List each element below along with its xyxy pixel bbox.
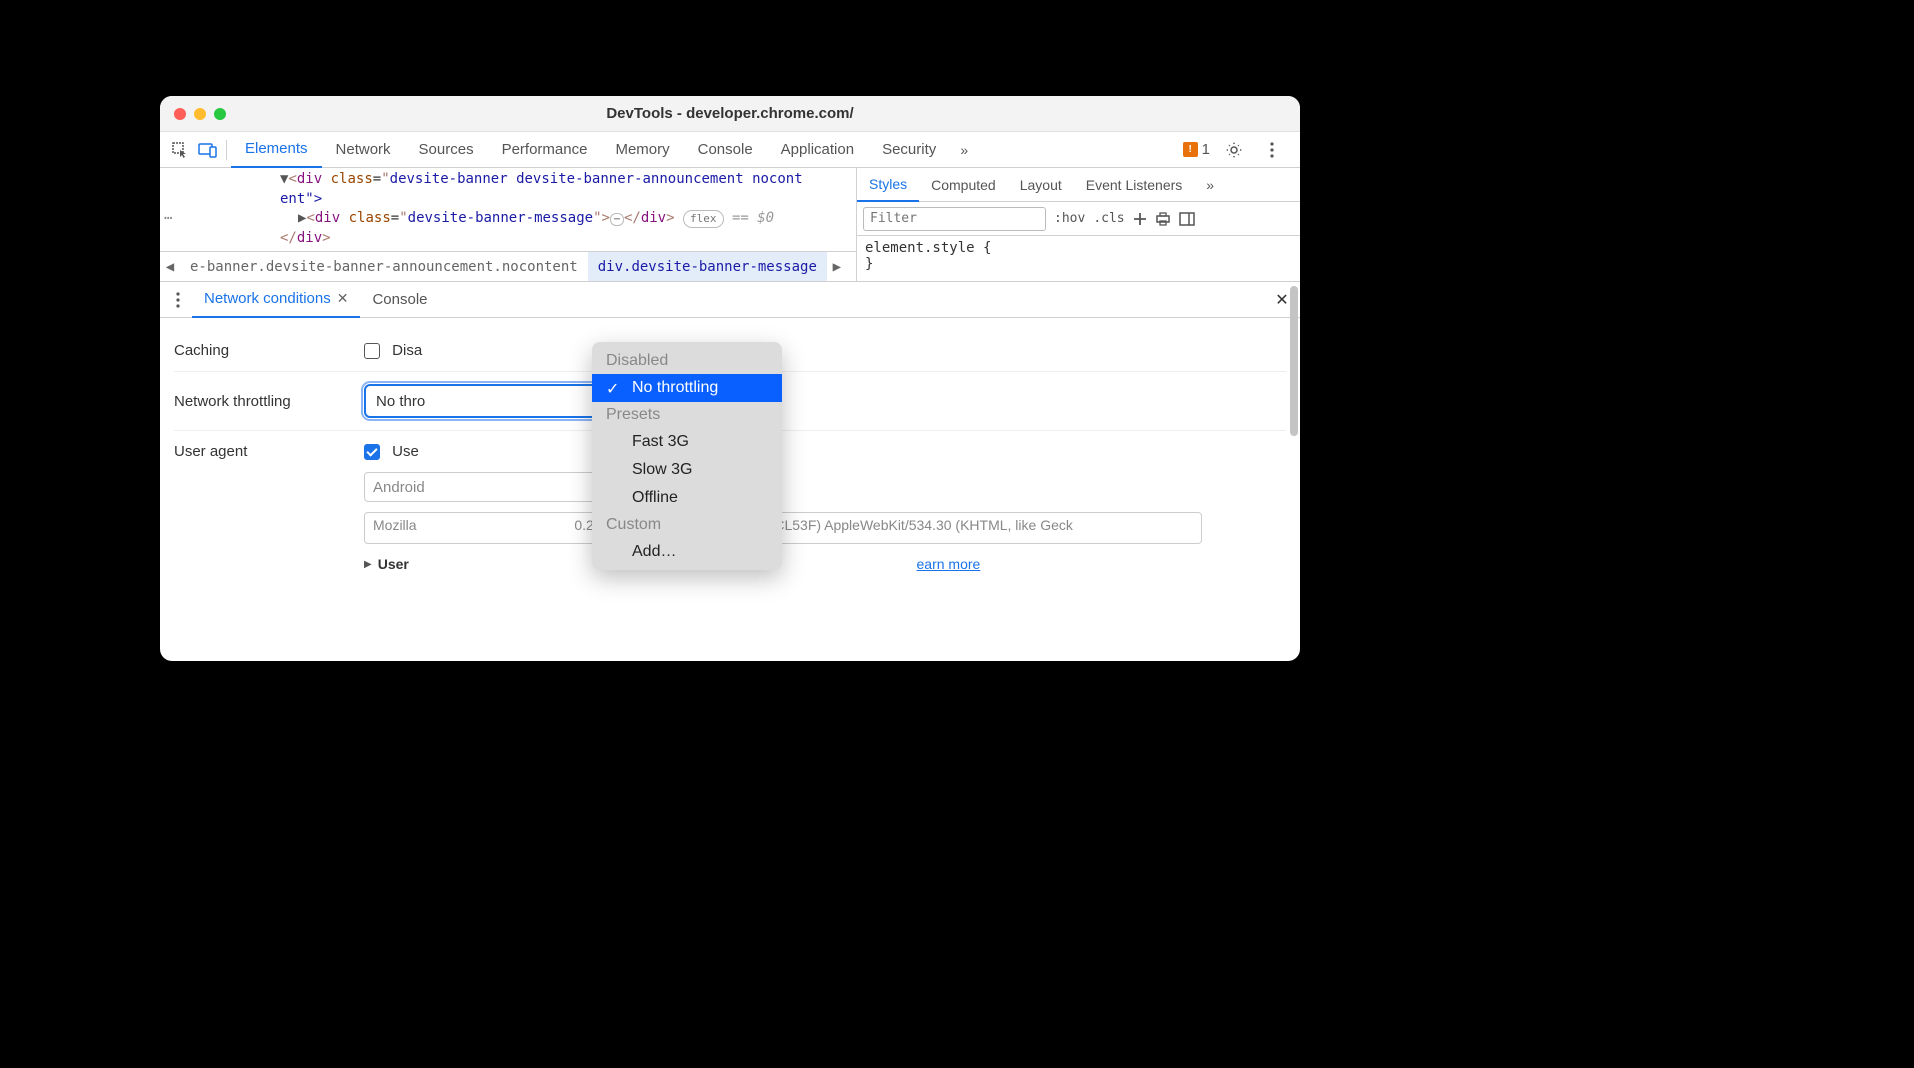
eq-zero-hint: == $0 — [732, 210, 774, 226]
tab-sources[interactable]: Sources — [405, 132, 488, 168]
styles-tab-event-listeners[interactable]: Event Listeners — [1074, 168, 1195, 202]
inspect-element-icon[interactable] — [166, 136, 194, 164]
drawer-kebab-icon[interactable] — [164, 286, 192, 314]
ua-preset-left: Android — [373, 479, 425, 496]
drawer-tab-label: Network conditions — [204, 290, 331, 307]
styles-tab-styles[interactable]: Styles — [857, 168, 919, 202]
titlebar: DevTools - developer.chrome.com/ — [160, 96, 1300, 132]
use-browser-default-text: Use — [392, 443, 419, 460]
window-controls — [174, 108, 226, 120]
tab-performance[interactable]: Performance — [488, 132, 602, 168]
styles-toolbar: :hov .cls — [857, 202, 1300, 236]
print-media-icon[interactable] — [1155, 212, 1171, 226]
throttling-label: Network throttling — [174, 393, 364, 410]
breadcrumbs: ◀ e-banner.devsite-banner-announcement.n… — [160, 251, 856, 281]
use-browser-default-checkbox[interactable]: Use — [364, 443, 419, 460]
dom-line[interactable]: ent"> — [280, 190, 846, 210]
tab-memory[interactable]: Memory — [601, 132, 683, 168]
elements-split: … ▼<div class="devsite-banner devsite-ba… — [160, 168, 1300, 282]
minimize-window-button[interactable] — [194, 108, 206, 120]
drawer-tab-network-conditions[interactable]: Network conditions ✕ — [192, 282, 360, 318]
device-mode-icon[interactable] — [194, 136, 222, 164]
disable-cache-label-text: Disa — [392, 342, 422, 359]
caching-label: Caching — [174, 342, 364, 359]
dropdown-item-slow-3g[interactable]: Slow 3G — [592, 456, 782, 484]
user-agent-label: User agent — [174, 443, 364, 460]
checkbox-icon — [364, 343, 380, 359]
styles-tab-layout[interactable]: Layout — [1008, 168, 1074, 202]
tab-console[interactable]: Console — [684, 132, 767, 168]
breadcrumb-item[interactable]: e-banner.devsite-banner-announcement.noc… — [180, 252, 588, 281]
dropdown-item-no-throttling[interactable]: No throttling — [592, 374, 782, 402]
flex-badge[interactable]: flex — [683, 210, 724, 227]
tab-application[interactable]: Application — [767, 132, 868, 168]
dropdown-group-header: Presets — [592, 402, 782, 428]
elements-pane: … ▼<div class="devsite-banner devsite-ba… — [160, 168, 857, 281]
styles-tabs: Styles Computed Layout Event Listeners » — [857, 168, 1300, 202]
expand-ellipsis-icon[interactable]: ⋯ — [610, 213, 624, 226]
dropdown-item-offline[interactable]: Offline — [592, 484, 782, 512]
drawer-tabs: Network conditions ✕ Console ✕ — [160, 282, 1300, 318]
close-tab-icon[interactable]: ✕ — [337, 290, 349, 307]
styles-tab-computed[interactable]: Computed — [919, 168, 1008, 202]
window-title: DevTools - developer.chrome.com/ — [160, 105, 1300, 122]
throttling-select-value: No thro — [376, 393, 425, 410]
tab-security[interactable]: Security — [868, 132, 950, 168]
learn-more-link[interactable]: earn more — [917, 556, 981, 572]
styles-more-tabs-icon[interactable]: » — [1194, 168, 1226, 202]
new-style-rule-icon[interactable] — [1133, 212, 1147, 226]
tab-elements[interactable]: Elements — [231, 132, 322, 168]
checkbox-checked-icon — [364, 444, 380, 460]
client-hints-row[interactable]: ▶ User earn more — [364, 556, 1286, 572]
gutter-overflow-icon: … — [160, 206, 173, 226]
expand-triangle-icon: ▶ — [364, 559, 372, 570]
style-rule-line: element.style { — [865, 240, 1292, 256]
tab-network[interactable]: Network — [322, 132, 405, 168]
breadcrumb-item-selected[interactable]: div.devsite-banner-message — [588, 252, 827, 281]
toolbar-right: ! 1 — [1183, 136, 1294, 164]
cls-toggle[interactable]: .cls — [1093, 211, 1124, 226]
dom-line[interactable]: ▶<div class="devsite-banner-message">⋯</… — [280, 209, 846, 229]
client-hints-label-left: User — [378, 556, 409, 572]
scrollbar-thumb[interactable] — [1290, 286, 1298, 436]
zoom-window-button[interactable] — [214, 108, 226, 120]
styles-pane: Styles Computed Layout Event Listeners »… — [857, 168, 1300, 281]
devtools-window: DevTools - developer.chrome.com/ Element… — [160, 96, 1300, 661]
drawer-tab-label: Console — [372, 291, 427, 308]
kebab-menu-icon[interactable] — [1258, 136, 1286, 164]
ua-string-textarea: Mozilla 0.2; en-us; Galaxy Nexus Build/I… — [364, 512, 1202, 544]
dom-attr-value: devsite-banner devsite-banner-announceme… — [390, 171, 803, 187]
disable-cache-checkbox[interactable]: Disa — [364, 342, 422, 359]
dropdown-group-header: Custom — [592, 512, 782, 538]
computed-sidebar-icon[interactable] — [1179, 212, 1195, 226]
dropdown-group-header: Disabled — [592, 348, 782, 374]
throttling-dropdown: Disabled No throttling Presets Fast 3G S… — [592, 342, 782, 570]
settings-icon[interactable] — [1220, 136, 1248, 164]
issues-icon: ! — [1183, 142, 1198, 157]
dom-line[interactable]: </div> — [280, 229, 846, 249]
styles-filter-input[interactable] — [863, 207, 1046, 231]
styles-body[interactable]: element.style { } — [857, 236, 1300, 281]
breadcrumb-left-arrow-icon[interactable]: ◀ — [160, 259, 180, 275]
main-toolbar: Elements Network Sources Performance Mem… — [160, 132, 1300, 168]
issues-count: 1 — [1202, 141, 1210, 158]
style-rule-line: } — [865, 256, 1292, 272]
dom-line[interactable]: ▼<div class="devsite-banner devsite-bann… — [280, 170, 846, 190]
breadcrumb-right-arrow-icon[interactable]: ▶ — [827, 259, 847, 275]
toolbar-separator — [226, 140, 227, 160]
drawer-tab-console[interactable]: Console — [360, 282, 439, 318]
dom-tree[interactable]: … ▼<div class="devsite-banner devsite-ba… — [160, 168, 856, 251]
issues-button[interactable]: ! 1 — [1183, 141, 1210, 158]
hov-toggle[interactable]: :hov — [1054, 211, 1085, 226]
close-window-button[interactable] — [174, 108, 186, 120]
dropdown-item-add[interactable]: Add… — [592, 538, 782, 566]
more-tabs-icon[interactable]: » — [950, 136, 978, 164]
dropdown-item-fast-3g[interactable]: Fast 3G — [592, 428, 782, 456]
